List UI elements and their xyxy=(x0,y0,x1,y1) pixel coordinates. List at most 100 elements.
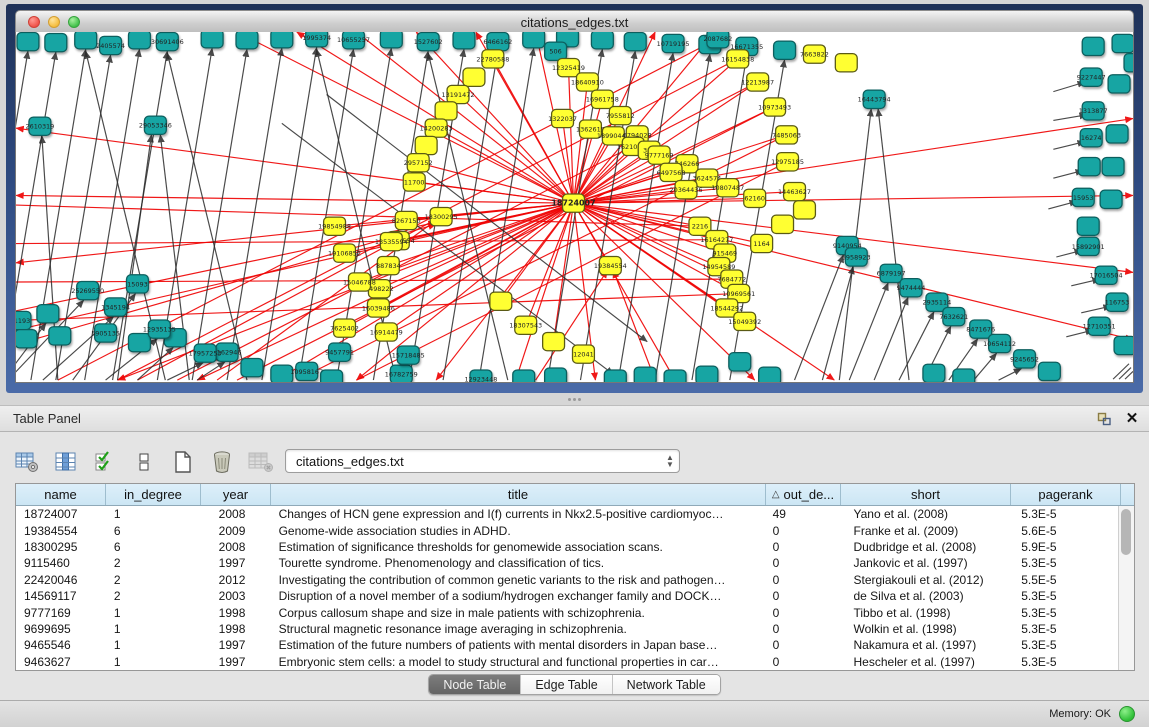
table-row[interactable]: 946554611997Estimation of the future num… xyxy=(16,637,1119,653)
graph-node[interactable] xyxy=(241,358,263,376)
graph-node[interactable] xyxy=(1082,37,1104,55)
network-window[interactable]: citations_edges.txt 24055743069140619953… xyxy=(6,4,1143,393)
table-row[interactable]: 2242004622012Investigating the contribut… xyxy=(16,572,1119,588)
graph-node-label: 116753 xyxy=(1105,300,1130,307)
column-header-out_degree[interactable]: △out_de... xyxy=(766,484,841,505)
scrollbar-thumb[interactable] xyxy=(1121,509,1131,555)
table-settings-icon[interactable] xyxy=(14,449,40,475)
table-row[interactable]: 969969511998Structural magnetic resonanc… xyxy=(16,621,1119,637)
graph-node[interactable] xyxy=(453,32,475,49)
splitter-handle[interactable] xyxy=(566,396,582,403)
column-header-pagerank[interactable]: pagerank xyxy=(1011,484,1121,505)
graph-node-label: 15953 xyxy=(1073,195,1094,202)
column-header-short[interactable]: short xyxy=(841,484,1011,505)
graph-node[interactable] xyxy=(380,32,402,48)
table-row[interactable]: 1872400712008Changes of HCN gene express… xyxy=(16,506,1119,522)
graph-node[interactable] xyxy=(1114,336,1133,354)
close-panel-icon[interactable]: ✕ xyxy=(1121,409,1143,429)
tab-node-table[interactable]: Node Table xyxy=(429,675,521,694)
tab-network-table[interactable]: Network Table xyxy=(613,675,720,694)
table-panel-title: Table Panel xyxy=(13,411,81,426)
graph-node[interactable] xyxy=(696,366,718,382)
graph-node-label: 10719195 xyxy=(657,41,690,48)
graph-node[interactable] xyxy=(201,32,223,48)
graph-node-label: 18724007 xyxy=(551,199,595,208)
graph-node-label: 10654112 xyxy=(983,341,1016,348)
graph-node[interactable] xyxy=(794,201,816,219)
graph-node[interactable] xyxy=(463,68,485,86)
graph-node[interactable] xyxy=(634,367,656,382)
table-row[interactable]: 1830029562008Estimation of significance … xyxy=(16,539,1119,555)
column-header-name[interactable]: name xyxy=(16,484,106,505)
graph-node[interactable] xyxy=(17,32,39,50)
graph-node[interactable] xyxy=(953,369,975,382)
table-cell-in_degree: 1 xyxy=(106,606,201,620)
delete-rows-icon[interactable] xyxy=(209,449,235,475)
graph-node[interactable] xyxy=(604,370,626,382)
graph-node[interactable] xyxy=(545,368,567,382)
graph-node[interactable] xyxy=(49,327,71,345)
vertical-scrollbar[interactable] xyxy=(1118,506,1134,670)
graph-node[interactable] xyxy=(490,292,512,310)
graph-node[interactable] xyxy=(1077,217,1099,235)
graph-node-label: 8267150 xyxy=(392,218,421,225)
graph-node[interactable] xyxy=(1124,54,1133,72)
graph-node[interactable] xyxy=(923,364,945,382)
graph-node[interactable] xyxy=(835,54,857,72)
graph-node[interactable] xyxy=(37,305,59,323)
graph-node[interactable] xyxy=(1038,362,1060,380)
graph-edge xyxy=(874,297,908,380)
graph-node-label: 2216 xyxy=(692,224,708,231)
graph-node[interactable] xyxy=(128,32,150,49)
graph-node[interactable] xyxy=(664,370,686,382)
table-selector-dropdown[interactable]: citations_edges.txt ▲▼ xyxy=(285,449,680,473)
table-cell-short: de Silva et al. (2003) xyxy=(840,589,1010,603)
graph-node[interactable] xyxy=(128,333,150,351)
graph-node[interactable] xyxy=(16,330,37,348)
graph-node[interactable] xyxy=(729,353,751,371)
table-column-icon[interactable] xyxy=(53,449,79,475)
graph-node-label: 7632621 xyxy=(939,314,968,321)
graph-edge xyxy=(822,267,853,380)
graph-node[interactable] xyxy=(45,33,67,51)
graph-node[interactable] xyxy=(321,370,343,382)
graph-node[interactable] xyxy=(1078,157,1100,175)
graph-node[interactable] xyxy=(543,332,565,350)
network-window-titlebar[interactable]: citations_edges.txt xyxy=(15,10,1134,33)
graph-node[interactable] xyxy=(774,41,796,59)
table-row[interactable]: 1938455462009Genome-wide association stu… xyxy=(16,522,1119,538)
graph-node[interactable] xyxy=(1112,34,1133,52)
delete-table-icon[interactable] xyxy=(248,449,274,475)
select-rows-icon[interactable] xyxy=(92,449,118,475)
graph-node[interactable] xyxy=(772,215,794,233)
graph-node[interactable] xyxy=(591,32,613,49)
column-header-title[interactable]: title xyxy=(271,484,766,505)
new-file-icon[interactable] xyxy=(170,449,196,475)
tab-edge-table[interactable]: Edge Table xyxy=(521,675,612,694)
table-row[interactable]: 911546021997Tourette syndrome. Phenomeno… xyxy=(16,555,1119,571)
graph-node[interactable] xyxy=(415,136,437,154)
graph-node[interactable] xyxy=(1106,125,1128,143)
float-panel-icon[interactable] xyxy=(1093,409,1115,429)
graph-node[interactable] xyxy=(523,32,545,48)
graph-node[interactable] xyxy=(1108,75,1130,93)
table-row[interactable]: 1456911722003Disruption of a novel membe… xyxy=(16,588,1119,604)
column-header-year[interactable]: year xyxy=(201,484,271,505)
table-cell-out_degree: 0 xyxy=(765,638,840,652)
graph-node[interactable] xyxy=(435,102,457,120)
graph-node[interactable] xyxy=(624,32,646,50)
graph-node[interactable] xyxy=(236,32,258,49)
graph-node[interactable] xyxy=(271,32,293,48)
graph-node[interactable] xyxy=(75,32,97,49)
graph-node[interactable] xyxy=(1102,157,1124,175)
network-canvas[interactable]: 2405574306914061995374106552571527602646… xyxy=(16,32,1133,382)
column-header-in_degree[interactable]: in_degree xyxy=(106,484,201,505)
table-cell-name: 19384554 xyxy=(16,524,106,538)
graph-node-label: 1527602 xyxy=(414,39,443,46)
table-row[interactable]: 946362711997Embryonic stem cells: a mode… xyxy=(16,654,1119,670)
graph-node[interactable] xyxy=(1100,190,1122,208)
table-row[interactable]: 977716911998Corpus callosum shape and si… xyxy=(16,604,1119,620)
row-height-icon[interactable] xyxy=(131,449,157,475)
graph-node[interactable] xyxy=(759,367,781,382)
graph-node[interactable] xyxy=(513,370,535,382)
